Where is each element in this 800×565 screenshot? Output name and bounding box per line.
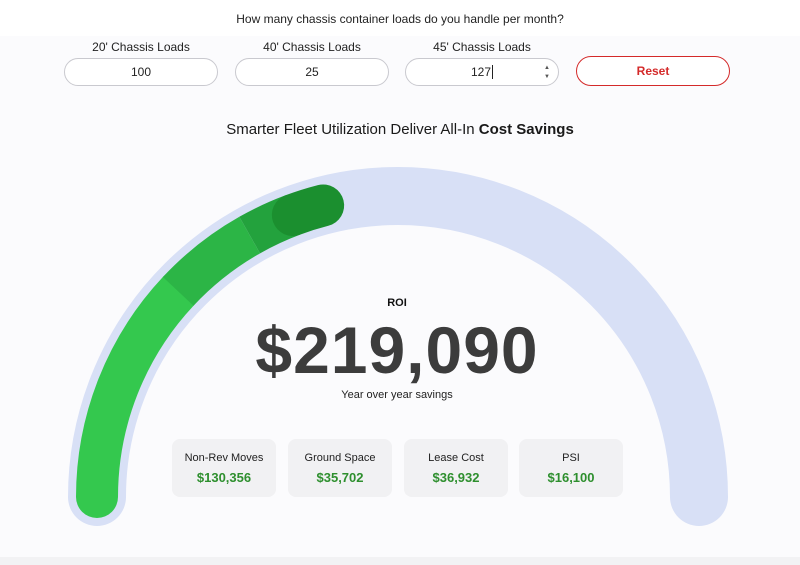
card-lease-cost: Lease Cost $36,932: [404, 439, 508, 497]
roi-label: ROI: [387, 297, 407, 309]
card-title: Non-Rev Moves: [184, 452, 264, 464]
roi-value: $219,090: [255, 313, 539, 387]
card-value: $35,702: [316, 470, 364, 485]
gauge-fill-segment: [271, 184, 345, 236]
card-title: Lease Cost: [428, 452, 484, 464]
bottom-band: [0, 557, 800, 565]
roi-gauge: [68, 167, 728, 526]
card-title: Ground Space: [304, 452, 376, 464]
card-non-rev-moves: Non-Rev Moves $130,356: [172, 439, 276, 497]
card-value: $36,932: [432, 470, 480, 485]
card-ground-space: Ground Space $35,702: [288, 439, 392, 497]
card-value: $16,100: [547, 470, 595, 485]
card-psi: PSI $16,100: [519, 439, 623, 497]
card-value: $130,356: [196, 470, 252, 485]
roi-subtitle: Year over year savings: [341, 389, 453, 401]
card-title: PSI: [562, 452, 580, 464]
